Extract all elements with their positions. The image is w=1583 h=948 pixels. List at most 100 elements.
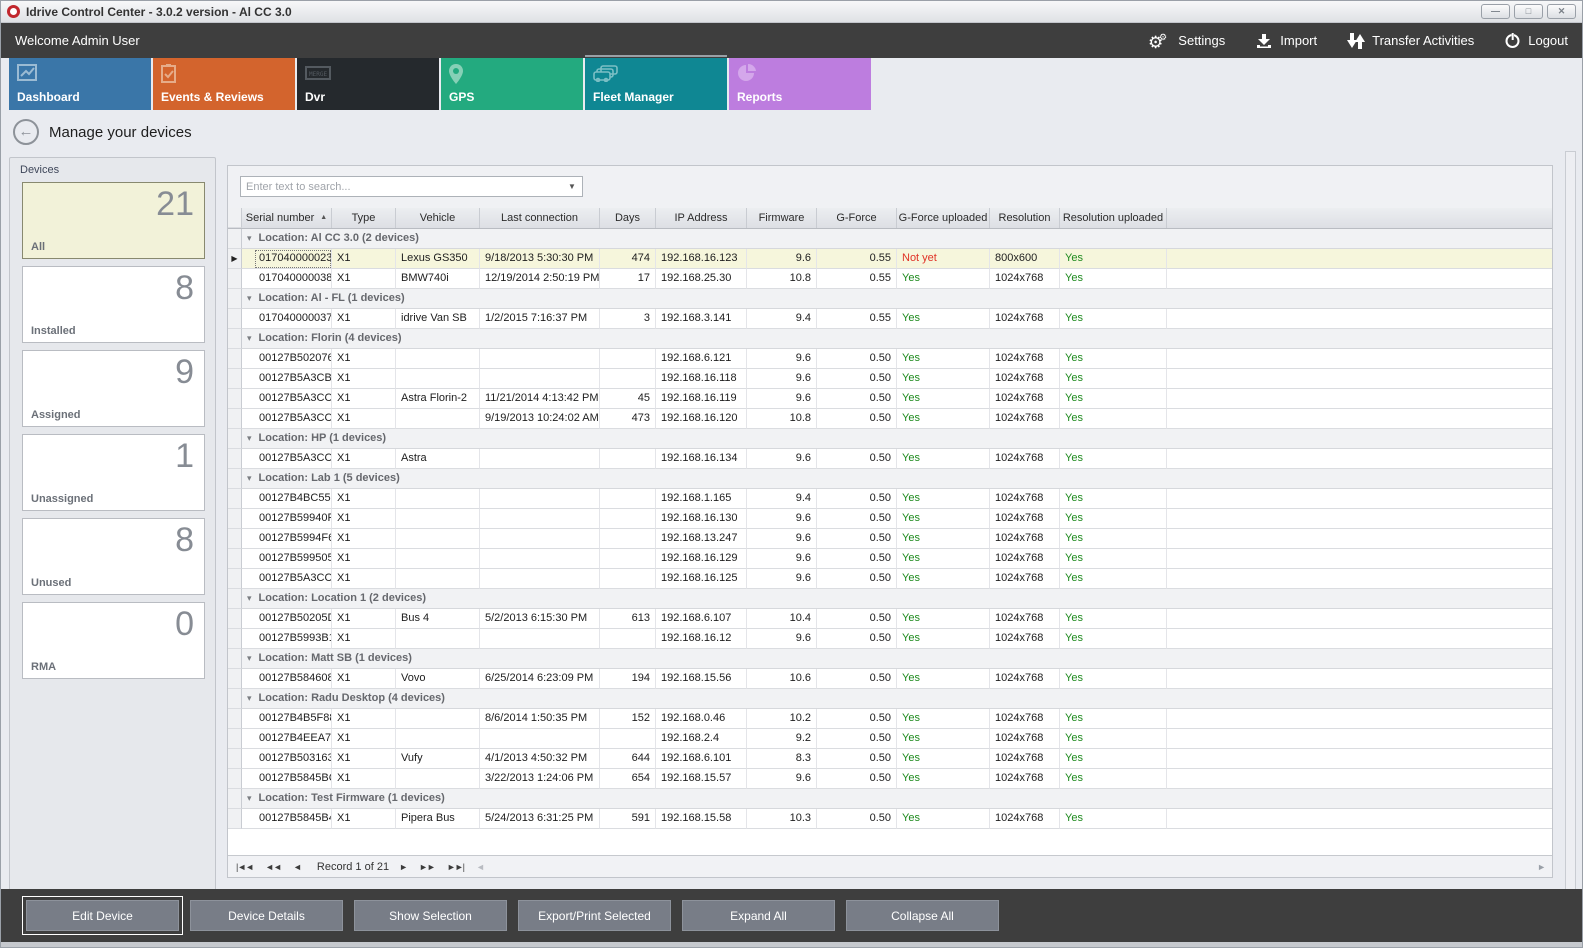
cell-last-connection: 5/2/2013 6:15:30 PM	[480, 609, 600, 629]
device-filter-card-installed[interactable]: 8Installed	[22, 266, 205, 343]
group-label: ▾Location: Florin (4 devices)	[242, 329, 1552, 349]
column-header-firmware[interactable]: Firmware	[747, 208, 817, 228]
collapse-arrow-icon[interactable]: ▾	[247, 233, 252, 243]
group-row-location-location-1-2-devices[interactable]: ▾Location: Location 1 (2 devices)	[228, 589, 1552, 609]
nav-tabs: DashboardEvents & ReviewsMERGEDvrGPSFlee…	[9, 58, 871, 110]
cell-vehicle	[396, 509, 480, 529]
show-selection-button[interactable]: Show Selection	[354, 900, 507, 931]
table-row[interactable]: 00127B502076X1192.168.6.1219.60.50Yes102…	[228, 349, 1552, 369]
column-header-g-force[interactable]: G-Force	[817, 208, 897, 228]
tab-dashboard[interactable]: Dashboard	[9, 58, 151, 110]
cell-last-connection: 9/19/2013 10:24:02 AM	[480, 409, 600, 429]
collapse-arrow-icon[interactable]: ▾	[247, 433, 252, 443]
table-row[interactable]: 00127B599505X1192.168.16.1299.60.50Yes10…	[228, 549, 1552, 569]
tab-gps[interactable]: GPS	[441, 58, 583, 110]
group-row-location-radu-desktop-4-devices[interactable]: ▾Location: Radu Desktop (4 devices)	[228, 689, 1552, 709]
device-filter-card-unassigned[interactable]: 1Unassigned	[22, 434, 205, 511]
table-row[interactable]: 017040000037X1idrive Van SB1/2/2015 7:16…	[228, 309, 1552, 329]
tab-fleet-manager[interactable]: Fleet Manager	[585, 58, 727, 110]
vertical-scrollbar[interactable]	[1565, 151, 1576, 940]
collapse-arrow-icon[interactable]: ▾	[247, 593, 252, 603]
search-input[interactable]	[240, 176, 583, 197]
table-row[interactable]: 00127B5A3CC3X1Astra Florin-211/21/2014 4…	[228, 389, 1552, 409]
topbar-action-transfer-activities[interactable]: Transfer Activities	[1347, 32, 1474, 50]
cell-ip: 192.168.16.119	[656, 389, 747, 409]
topbar-action-import[interactable]: Import	[1255, 33, 1317, 49]
last-page-button[interactable]: ►►|	[447, 862, 464, 872]
maximize-button[interactable]: □	[1514, 4, 1543, 19]
export-print-selected-button[interactable]: Export/Print Selected	[518, 900, 671, 931]
table-row[interactable]: 00127B5993B1X1192.168.16.129.60.50Yes102…	[228, 629, 1552, 649]
table-row[interactable]: 00127B5845BCX13/22/2013 1:24:06 PM654192…	[228, 769, 1552, 789]
device-filter-card-assigned[interactable]: 9Assigned	[22, 350, 205, 427]
table-row[interactable]: 00127B50205DX1Bus 45/2/2013 6:15:30 PM61…	[228, 609, 1552, 629]
group-row-location-test-firmware-1-devices[interactable]: ▾Location: Test Firmware (1 devices)	[228, 789, 1552, 809]
collapse-arrow-icon[interactable]: ▾	[247, 793, 252, 803]
cell-vehicle	[396, 729, 480, 749]
prev-page-button[interactable]: ◄	[293, 862, 301, 872]
tab-reports[interactable]: Reports	[729, 58, 871, 110]
group-row-location-florin-4-devices[interactable]: ▾Location: Florin (4 devices)	[228, 329, 1552, 349]
cell-resolution: 1024x768	[990, 569, 1060, 589]
collapse-all-button[interactable]: Collapse All	[846, 900, 999, 931]
minimize-button[interactable]: ―	[1481, 4, 1510, 19]
table-row[interactable]: 00127B4EEA78X1192.168.2.49.20.50Yes1024x…	[228, 729, 1552, 749]
topbar-action-logout[interactable]: Logout	[1504, 32, 1568, 49]
back-button[interactable]: ←	[13, 119, 39, 145]
device-filter-card-rma[interactable]: 0RMA	[22, 602, 205, 679]
cell-vehicle: Pipera Bus	[396, 809, 480, 829]
fast-prev-button[interactable]: ◄◄	[265, 862, 281, 872]
column-header-last-connection[interactable]: Last connection	[480, 208, 600, 228]
collapse-arrow-icon[interactable]: ▾	[247, 653, 252, 663]
table-row[interactable]: 00127B59940FX1192.168.16.1309.60.50Yes10…	[228, 509, 1552, 529]
search-dropdown-icon[interactable]: ▼	[568, 182, 576, 191]
first-page-button[interactable]: |◄◄	[236, 862, 253, 872]
table-row[interactable]: 00127B503163X1Vufy4/1/2013 4:50:32 PM644…	[228, 749, 1552, 769]
table-row[interactable]: 00127B584608X1Vovo6/25/2014 6:23:09 PM19…	[228, 669, 1552, 689]
device-filter-card-all[interactable]: 21All	[22, 182, 205, 259]
topbar-action-settings[interactable]: ⚙⚙Settings	[1147, 31, 1225, 51]
table-row[interactable]: ▶017040000023X1Lexus GS3509/18/2013 5:30…	[228, 249, 1552, 269]
edit-device-button[interactable]: Edit Device	[26, 900, 179, 931]
table-row[interactable]: 00127B5994F6X1192.168.13.2479.60.50Yes10…	[228, 529, 1552, 549]
device-details-button[interactable]: Device Details	[190, 900, 343, 931]
collapse-arrow-icon[interactable]: ▾	[247, 473, 252, 483]
close-button[interactable]: ✕	[1547, 4, 1576, 19]
table-row[interactable]: 017040000038X1BMW740i12/19/2014 2:50:19 …	[228, 269, 1552, 289]
table-row[interactable]: 00127B5A3CCCX19/19/2013 10:24:02 AM47319…	[228, 409, 1552, 429]
device-filter-card-unused[interactable]: 8Unused	[22, 518, 205, 595]
row-indicator-cell	[228, 529, 242, 549]
column-header-serial-number[interactable]: Serial number▲	[242, 208, 332, 228]
tab-events-reviews[interactable]: Events & Reviews	[153, 58, 295, 110]
group-row-location-al-fl-1-devices[interactable]: ▾Location: Al - FL (1 devices)	[228, 289, 1552, 309]
table-row[interactable]: 00127B4B5F88X18/6/2014 1:50:35 PM152192.…	[228, 709, 1552, 729]
cell-resolution: 1024x768	[990, 549, 1060, 569]
table-row[interactable]: 00127B5A3CCAX1Astra192.168.16.1349.60.50…	[228, 449, 1552, 469]
group-row-location-al-cc-3-0-2-devices[interactable]: ▾Location: Al CC 3.0 (2 devices)	[228, 229, 1552, 249]
next-page-button[interactable]: ►	[399, 862, 407, 872]
expand-all-button[interactable]: Expand All	[682, 900, 835, 931]
column-header-resolution[interactable]: Resolution	[990, 208, 1060, 228]
group-indent-cell	[242, 449, 254, 469]
group-row-location-hp-1-devices[interactable]: ▾Location: HP (1 devices)	[228, 429, 1552, 449]
collapse-arrow-icon[interactable]: ▾	[247, 293, 252, 303]
column-header-type[interactable]: Type	[332, 208, 396, 228]
table-row[interactable]: 00127B4BC559X1192.168.1.1659.40.50Yes102…	[228, 489, 1552, 509]
fast-next-button[interactable]: ►►	[419, 862, 435, 872]
cell-type: X1	[332, 709, 396, 729]
table-row[interactable]: 00127B5845B4X1Pipera Bus5/24/2013 6:31:2…	[228, 809, 1552, 829]
column-header-resolution-uploaded[interactable]: Resolution uploaded	[1060, 208, 1167, 228]
table-row[interactable]: 00127B5A3CB7X1192.168.16.1189.60.50Yes10…	[228, 369, 1552, 389]
table-row[interactable]: 00127B5A3CC4X1192.168.16.1259.60.50Yes10…	[228, 569, 1552, 589]
collapse-arrow-icon[interactable]: ▾	[247, 333, 252, 343]
column-header-vehicle[interactable]: Vehicle	[396, 208, 480, 228]
row-indicator-cell	[228, 589, 242, 609]
column-header-ip-address[interactable]: IP Address	[656, 208, 747, 228]
group-row-location-lab-1-5-devices[interactable]: ▾Location: Lab 1 (5 devices)	[228, 469, 1552, 489]
column-header-g-force-uploaded[interactable]: G-Force uploaded	[897, 208, 990, 228]
cell-ip: 192.168.6.121	[656, 349, 747, 369]
tab-dvr[interactable]: MERGEDvr	[297, 58, 439, 110]
group-row-location-matt-sb-1-devices[interactable]: ▾Location: Matt SB (1 devices)	[228, 649, 1552, 669]
column-header-days[interactable]: Days	[600, 208, 656, 228]
collapse-arrow-icon[interactable]: ▾	[247, 693, 252, 703]
